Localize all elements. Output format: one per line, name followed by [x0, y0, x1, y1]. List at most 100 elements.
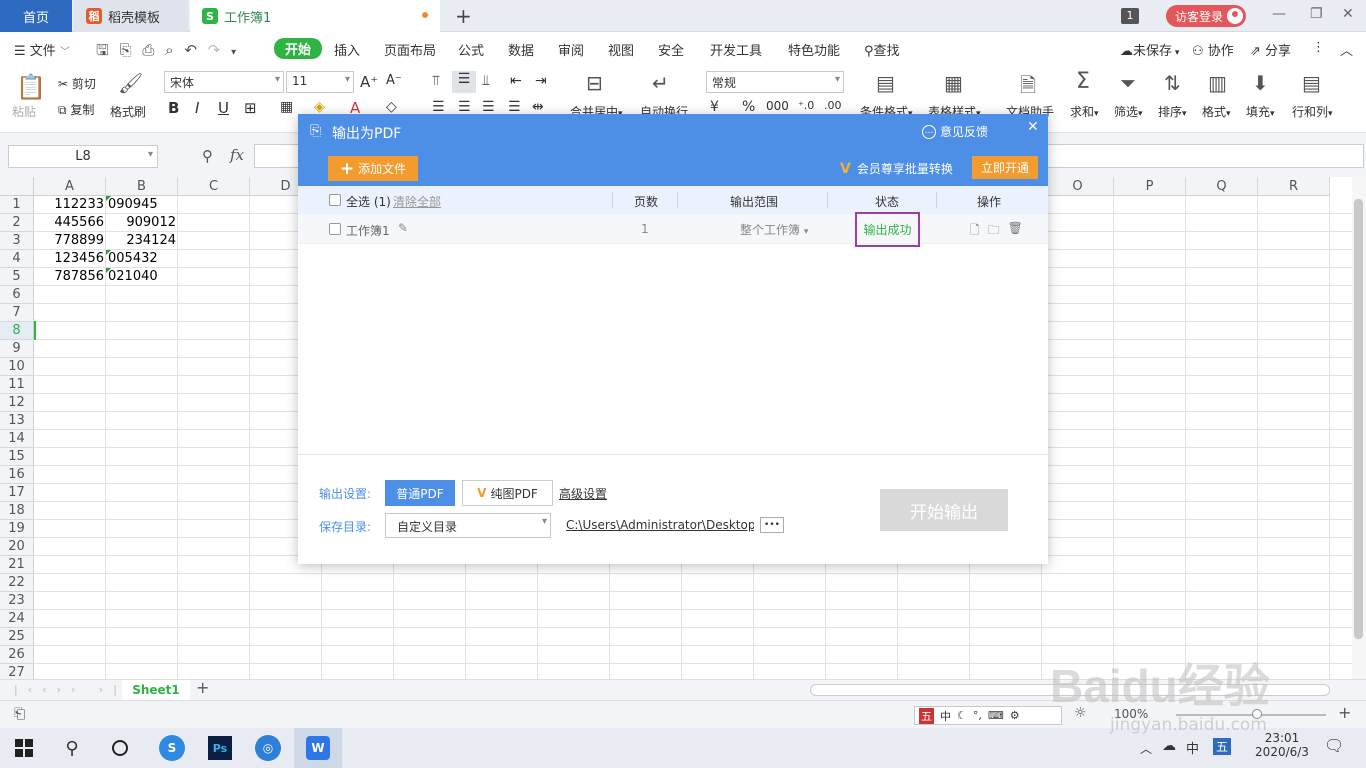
percent-icon[interactable]: % [742, 99, 755, 115]
row-header-6[interactable]: 6 [0, 286, 34, 304]
minimize-icon[interactable]: — [1272, 6, 1286, 22]
customize-qat-icon[interactable]: ▾ [231, 47, 236, 58]
fill-color-icon[interactable]: ◈ [314, 99, 325, 115]
normal-pdf-button[interactable]: 普通PDF [385, 480, 455, 506]
column-header-q[interactable]: Q [1186, 177, 1258, 196]
browser-globe-icon[interactable]: ◎ [244, 728, 292, 768]
add-sheet-button[interactable]: + [196, 678, 209, 697]
search-command[interactable]: ⚲查找 [864, 40, 900, 59]
thousands-separator-icon[interactable]: 000 [766, 99, 789, 113]
file-range-select[interactable]: 整个工作簿 ▾ [740, 221, 808, 238]
row-header-20[interactable]: 20 [0, 538, 34, 556]
italic-icon[interactable]: I [195, 99, 199, 117]
clock[interactable]: 23:01 2020/6/3 [1250, 731, 1314, 759]
select-all-label[interactable]: 全选 (1) [346, 193, 391, 210]
vertical-scroll-thumb[interactable] [1354, 199, 1363, 639]
sogou-browser-icon[interactable]: S [148, 728, 196, 768]
restore-icon[interactable]: ❐ [1310, 6, 1323, 22]
row-header-12[interactable]: 12 [0, 394, 34, 412]
fill-label[interactable]: 填充▾ [1246, 103, 1275, 120]
bold-icon[interactable]: B [168, 99, 179, 117]
sheet-nav-icon[interactable]: |‹‹›› ›| [14, 683, 127, 696]
tab-review[interactable]: 审阅 [558, 40, 584, 59]
font-family-select[interactable]: 宋体 [164, 71, 284, 93]
file-row[interactable]: 工作簿1 ✎ 1 整个工作簿 ▾ 输出成功 🗋 🗀 🗑 [298, 212, 1048, 247]
save-dir-select[interactable]: 自定义目录 [385, 513, 551, 538]
row-header-3[interactable]: 3 [0, 232, 34, 250]
row-header-18[interactable]: 18 [0, 502, 34, 520]
align-bottom-icon[interactable]: ⫫ [482, 73, 490, 89]
open-folder-icon[interactable]: 🗀 [988, 221, 1000, 242]
delete-icon[interactable]: 🗑 [1008, 221, 1023, 242]
wps-office-icon[interactable]: W [294, 728, 342, 768]
row-header-24[interactable]: 24 [0, 610, 34, 628]
cut-button[interactable]: ✂ 剪切 [58, 75, 96, 92]
indent-decrease-icon[interactable]: ⇤ [510, 73, 522, 89]
file-menu[interactable]: ☰ 文件 ﹀ [14, 40, 70, 59]
row-header-7[interactable]: 7 [0, 304, 34, 322]
sort-icon[interactable]: ⇅ [1164, 71, 1181, 95]
rename-pencil-icon[interactable]: ✎ [398, 221, 408, 235]
tab-docer-templates[interactable]: 稻 稻壳模板 [74, 0, 188, 32]
save-icon[interactable]: 🖫 [96, 41, 109, 59]
row-header-19[interactable]: 19 [0, 520, 34, 538]
name-box[interactable]: L8 [8, 145, 158, 168]
align-right-icon[interactable]: ☰ [482, 99, 495, 115]
justify-icon[interactable]: ☰ [508, 99, 521, 115]
browse-path-button[interactable]: ••• [760, 517, 784, 533]
tab-workbook1[interactable]: S 工作簿1 [190, 0, 440, 32]
font-size-select[interactable]: 11 [286, 71, 354, 93]
column-header-c[interactable]: C [178, 177, 250, 196]
conditional-format-icon[interactable]: ▤ [876, 71, 895, 95]
collaborate-button[interactable]: ⚇ 协作 [1192, 40, 1234, 59]
collapse-ribbon-icon[interactable]: ︿ [1340, 40, 1353, 59]
cell-b1[interactable]: 090945 [108, 196, 176, 214]
increase-decimal-icon[interactable]: ⁺.0 [798, 99, 814, 112]
cell-a4[interactable]: 123456 [38, 250, 104, 268]
font-shrink-icon[interactable]: A⁻ [386, 73, 402, 88]
zoom-formula-icon[interactable]: ⚲ [202, 147, 213, 165]
format-painter-icon[interactable]: 🖌 [118, 71, 143, 95]
visitor-login-button[interactable]: 访客登录 [1166, 5, 1246, 27]
decrease-decimal-icon[interactable]: .00 [824, 99, 842, 112]
select-all-corner[interactable] [0, 177, 34, 196]
more-options-icon[interactable]: ⋮ [1312, 40, 1325, 55]
wrap-text-icon[interactable]: ↵ [652, 71, 669, 95]
clear-format-icon[interactable]: ◇ [386, 99, 397, 115]
currency-icon[interactable]: ¥ [710, 99, 719, 115]
new-tab-button[interactable]: + [455, 4, 472, 28]
column-header-r[interactable]: R [1258, 177, 1330, 196]
save-path[interactable]: C:\Users\Administrator\Desktop\ [566, 518, 754, 532]
number-format-select[interactable]: 常规 [706, 71, 844, 93]
row-header-8[interactable]: 8 [0, 322, 34, 340]
tab-developer[interactable]: 开发工具 [710, 40, 762, 59]
cell-b3[interactable]: 234124 [108, 232, 176, 250]
image-pdf-button[interactable]: V 纯图PDF [462, 480, 553, 506]
sort-label[interactable]: 排序▾ [1158, 103, 1187, 120]
unsaved-status[interactable]: ☁未保存 ▾ [1120, 40, 1179, 59]
zoom-in-icon[interactable]: + [1338, 703, 1351, 722]
row-header-1[interactable]: 1 [0, 196, 34, 214]
cell-b4[interactable]: 005432 [108, 250, 176, 268]
column-header-o[interactable]: O [1042, 177, 1114, 196]
cell-b5[interactable]: 021040 [108, 268, 176, 286]
align-center-icon[interactable]: ☰ [458, 99, 471, 115]
open-file-icon[interactable]: 🗋 [970, 221, 980, 242]
close-window-icon[interactable]: ✕ [1342, 6, 1354, 22]
row-header-25[interactable]: 25 [0, 628, 34, 646]
align-top-icon[interactable]: ⫪ [432, 73, 440, 89]
tray-chevron-up-icon[interactable]: ︿ [1140, 740, 1152, 757]
sum-label[interactable]: 求和▾ [1070, 103, 1099, 120]
font-grow-icon[interactable]: A⁺ [360, 73, 378, 91]
redo-icon[interactable]: ↷ [208, 41, 221, 59]
distributed-icon[interactable]: ⇹ [532, 99, 544, 115]
advanced-settings-link[interactable]: 高级设置 [559, 485, 607, 502]
row-header-11[interactable]: 11 [0, 376, 34, 394]
activate-vip-button[interactable]: 立即开通 [972, 156, 1038, 179]
format-painter-label[interactable]: 格式刷 [110, 103, 146, 120]
format-label[interactable]: 格式▾ [1202, 103, 1231, 120]
fill-icon[interactable]: ⬇ [1252, 71, 1269, 95]
cell-style-icon[interactable]: ▦ [280, 99, 293, 115]
macro-icon[interactable]: ⎗ [14, 706, 25, 722]
tab-data[interactable]: 数据 [508, 40, 534, 59]
